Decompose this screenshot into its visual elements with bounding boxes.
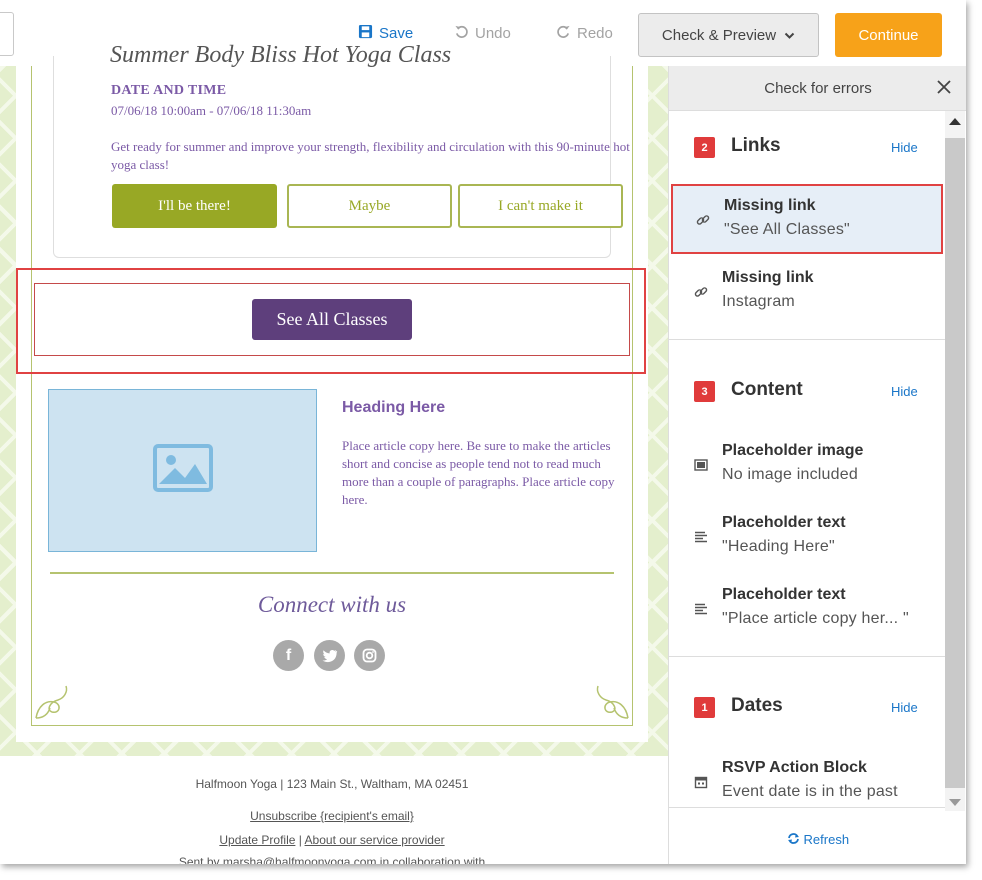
scrollbar-thumb[interactable]	[945, 138, 965, 788]
links-hide-link[interactable]: Hide	[891, 140, 918, 155]
twitter-icon[interactable]	[314, 640, 345, 671]
link-icon	[693, 284, 709, 300]
section-content-header: 3 Content Hide	[669, 378, 939, 418]
facebook-icon[interactable]: f	[273, 640, 304, 671]
date-time-value: 07/06/18 10:00am - 07/06/18 11:30am	[111, 103, 312, 118]
links-count-badge: 2	[694, 137, 715, 158]
email-footer: Halfmoon Yoga | 123 Main St., Waltham, M…	[0, 756, 668, 864]
event-title: Summer Body Bliss Hot Yoga Class	[110, 42, 452, 68]
footer-address: Halfmoon Yoga | 123 Main St., Waltham, M…	[195, 777, 469, 791]
error-item-detail: No image included	[722, 466, 858, 483]
content-count-badge: 3	[694, 381, 715, 402]
error-item-missing-link-see-all[interactable]: Missing link "See All Classes"	[671, 184, 943, 254]
event-description: Get ready for summer and improve your st…	[111, 139, 630, 172]
undo-label: Undo	[475, 25, 511, 42]
date-time-label: DATE AND TIME	[111, 83, 227, 98]
panel-header: Check for errors	[669, 66, 966, 111]
content-hide-link[interactable]: Hide	[891, 384, 918, 399]
refresh-icon	[787, 832, 804, 847]
footer-separator: |	[298, 833, 302, 847]
links-section-title: Links	[731, 135, 781, 156]
placeholder-image[interactable]	[48, 389, 317, 552]
image-icon	[693, 457, 709, 473]
panel-footer-divider	[669, 807, 945, 808]
dates-count-badge: 1	[694, 697, 715, 718]
email-body: Summer Body Bliss Hot Yoga Class DATE AN…	[16, 42, 648, 742]
error-item-placeholder-article[interactable]: Placeholder text "Place article copy her…	[669, 573, 945, 643]
continue-button[interactable]: Continue	[835, 13, 942, 57]
check-preview-label: Check & Preview	[661, 26, 777, 44]
error-item-placeholder-heading[interactable]: Placeholder text "Heading Here"	[669, 501, 945, 571]
error-item-detail: Event date is in the past	[722, 783, 898, 800]
article-copy[interactable]: Place article copy here. Be sure to make…	[342, 437, 617, 509]
connect-heading[interactable]: Connect with us	[16, 592, 648, 618]
undo-icon	[454, 24, 469, 43]
footer-sent-by: Sent by marsha@halfmoonyoga.com in colla…	[178, 855, 486, 864]
save-button[interactable]: Save	[358, 24, 413, 43]
redo-icon	[556, 24, 571, 43]
check-errors-panel: Check for errors 2 Links Hide Missing li…	[668, 66, 966, 864]
error-item-detail: "Heading Here"	[722, 538, 835, 555]
error-item-title: RSVP Action Block	[722, 759, 867, 776]
text-lines-icon	[693, 601, 709, 617]
error-item-missing-link-instagram[interactable]: Missing link Instagram	[669, 256, 945, 326]
error-item-title: Missing link	[722, 269, 814, 286]
scroll-up-icon[interactable]	[949, 118, 961, 125]
back-button[interactable]	[0, 12, 14, 56]
rsvp-event-block[interactable]: Summer Body Bliss Hot Yoga Class DATE AN…	[53, 42, 630, 258]
refresh-label: Refresh	[803, 832, 850, 847]
error-item-detail: "See All Classes"	[724, 221, 850, 238]
text-lines-icon	[693, 529, 709, 545]
close-icon[interactable]	[936, 78, 952, 101]
redo-button[interactable]: Redo	[556, 24, 613, 43]
article-heading[interactable]: Heading Here	[342, 399, 445, 417]
save-icon	[358, 24, 373, 43]
continue-label: Continue	[858, 26, 919, 44]
error-item-title: Missing link	[724, 197, 816, 214]
error-item-placeholder-image[interactable]: Placeholder image No image included	[669, 429, 945, 499]
email-canvas: Summer Body Bliss Hot Yoga Class DATE AN…	[0, 42, 668, 756]
corner-ornament-left-icon	[35, 685, 68, 719]
error-item-title: Placeholder image	[722, 442, 864, 459]
calendar-icon	[693, 774, 709, 790]
section-dates-header: 1 Dates Hide	[669, 694, 939, 734]
scroll-down-icon[interactable]	[949, 799, 961, 806]
undo-button[interactable]: Undo	[454, 24, 511, 43]
instagram-icon[interactable]	[354, 640, 385, 671]
unsubscribe-link[interactable]: Unsubscribe {recipient's email}	[250, 809, 414, 823]
link-icon	[695, 212, 711, 228]
divider	[50, 572, 614, 574]
chevron-down-icon	[784, 27, 795, 44]
rsvp-no-button[interactable]: I can't make it	[458, 184, 623, 228]
about-provider-link[interactable]: About our service provider	[305, 833, 445, 847]
update-profile-link[interactable]: Update Profile	[219, 833, 295, 847]
image-icon	[152, 444, 213, 497]
redo-label: Redo	[577, 25, 613, 42]
dates-section-title: Dates	[731, 695, 783, 716]
selected-block-highlight	[16, 268, 646, 374]
panel-title: Check for errors	[764, 80, 872, 97]
rsvp-yes-button[interactable]: I'll be there!	[112, 184, 277, 228]
section-links-header: 2 Links Hide	[669, 134, 939, 174]
editor-window: Save Undo Redo Check & Preview Continue	[0, 0, 966, 864]
dates-hide-link[interactable]: Hide	[891, 700, 918, 715]
error-item-detail: "Place article copy her... "	[722, 610, 909, 627]
refresh-button[interactable]: Refresh	[669, 832, 966, 847]
check-preview-dropdown[interactable]: Check & Preview	[638, 13, 819, 57]
section-divider	[669, 656, 945, 657]
save-label: Save	[379, 25, 414, 42]
error-item-rsvp-date[interactable]: RSVP Action Block Event date is in the p…	[669, 746, 945, 816]
error-item-detail: Instagram	[722, 293, 795, 310]
content-section-title: Content	[731, 379, 803, 400]
rsvp-maybe-button[interactable]: Maybe	[287, 184, 452, 228]
corner-ornament-right-icon	[596, 685, 629, 719]
error-item-title: Placeholder text	[722, 586, 846, 603]
section-divider	[669, 339, 945, 340]
error-item-title: Placeholder text	[722, 514, 846, 531]
